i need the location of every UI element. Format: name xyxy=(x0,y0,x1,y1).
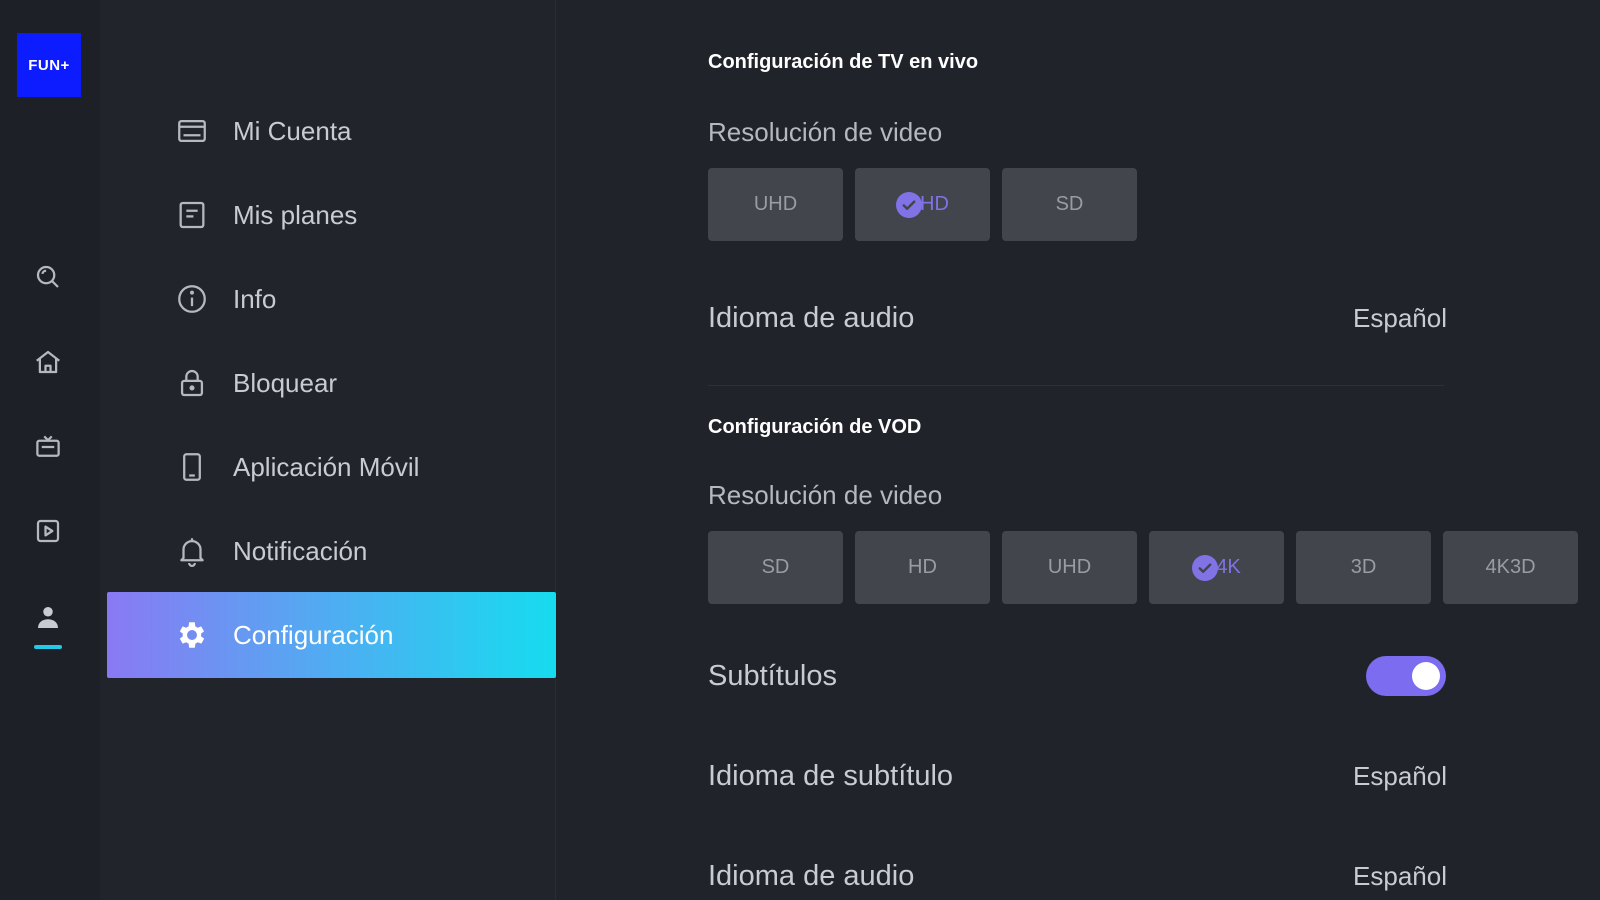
menu-item-label: Configuración xyxy=(233,619,394,650)
subtitle-language-value[interactable]: Español xyxy=(1353,761,1447,792)
section-divider xyxy=(708,385,1444,386)
menu-item-label: Mis planes xyxy=(233,199,358,230)
gear-icon xyxy=(173,616,211,654)
live-audio-value[interactable]: Español xyxy=(1353,303,1447,334)
menu-item-label: Bloquear xyxy=(233,367,338,398)
menu-item-label: Notificación xyxy=(233,535,368,566)
live-resolution-label: Resolución de video xyxy=(708,117,943,147)
resolution-option-uhd[interactable]: UHD xyxy=(1002,531,1137,604)
resolution-option-4k3d[interactable]: 4K3D xyxy=(1443,531,1578,604)
resolution-option-sd[interactable]: SD xyxy=(708,531,843,604)
check-icon xyxy=(896,191,923,218)
play-icon[interactable] xyxy=(28,511,68,551)
menu-item-mis-planes[interactable]: Mis planes xyxy=(107,172,556,258)
menu-item-aplicacion-movil[interactable]: Aplicación Móvil xyxy=(107,424,556,510)
live-tv-section-title: Configuración de TV en vivo xyxy=(708,51,979,73)
vod-audio-label[interactable]: Idioma de audio xyxy=(708,860,914,893)
live-audio-label[interactable]: Idioma de audio xyxy=(708,302,914,335)
resolution-option-sd[interactable]: SD xyxy=(1002,168,1137,241)
option-label: HD xyxy=(908,556,937,578)
resolution-option-3d[interactable]: 3D xyxy=(1296,531,1431,604)
home-icon[interactable] xyxy=(28,342,68,382)
option-label: 4K3D xyxy=(1485,556,1536,578)
menu-item-configuracion[interactable]: Configuración xyxy=(107,592,556,678)
option-label: SD xyxy=(761,556,790,578)
menu-item-label: Aplicación Móvil xyxy=(233,451,420,482)
menu-item-bloquear[interactable]: Bloquear xyxy=(107,340,556,426)
option-label: 3D xyxy=(1350,556,1377,578)
resolution-option-hd[interactable]: HD xyxy=(855,531,990,604)
subtitle-language-label[interactable]: Idioma de subtítulo xyxy=(708,760,953,793)
option-label: SD xyxy=(1055,193,1084,215)
vod-section-title: Configuración de VOD xyxy=(708,416,922,438)
vod-audio-value[interactable]: Español xyxy=(1353,861,1447,892)
profile-icon[interactable] xyxy=(28,598,68,638)
lock-icon xyxy=(173,364,211,402)
menu-item-label: Mi Cuenta xyxy=(233,115,352,146)
option-label: HD xyxy=(920,193,949,215)
info-icon xyxy=(173,280,211,318)
plans-icon xyxy=(173,196,211,234)
active-indicator xyxy=(34,645,62,649)
settings-menu: Mi Cuenta Mis planes Info Bloquear Aplic… xyxy=(100,0,556,900)
toggle-knob xyxy=(1412,662,1440,690)
resolution-option-uhd[interactable]: UHD xyxy=(708,168,843,241)
tv-icon[interactable] xyxy=(28,427,68,467)
menu-item-label: Info xyxy=(233,283,277,314)
bell-icon xyxy=(173,532,211,570)
subtitles-label: Subtítulos xyxy=(708,660,837,692)
menu-item-notificacion[interactable]: Notificación xyxy=(107,508,556,594)
menu-item-info[interactable]: Info xyxy=(107,256,556,342)
search-icon[interactable] xyxy=(28,257,68,297)
icon-rail: FUN+ xyxy=(0,0,100,900)
check-icon xyxy=(1192,554,1219,581)
resolution-option-4k[interactable]: 4K xyxy=(1149,531,1284,604)
subtitles-toggle[interactable] xyxy=(1366,656,1446,696)
settings-content: Configuración de TV en vivo Resolución d… xyxy=(556,0,1600,900)
option-label: 4K xyxy=(1216,556,1241,578)
vod-resolution-options: SD HD UHD 4K 3D 4K3D xyxy=(708,531,1578,604)
app-logo[interactable]: FUN+ xyxy=(17,33,81,97)
account-icon xyxy=(173,112,211,150)
menu-item-mi-cuenta[interactable]: Mi Cuenta xyxy=(107,88,556,174)
option-label: UHD xyxy=(1047,556,1092,578)
mobile-icon xyxy=(173,448,211,486)
resolution-option-hd[interactable]: HD xyxy=(855,168,990,241)
live-resolution-options: UHD HD SD xyxy=(708,168,1137,241)
option-label: UHD xyxy=(753,193,798,215)
vod-resolution-label: Resolución de video xyxy=(708,480,943,510)
